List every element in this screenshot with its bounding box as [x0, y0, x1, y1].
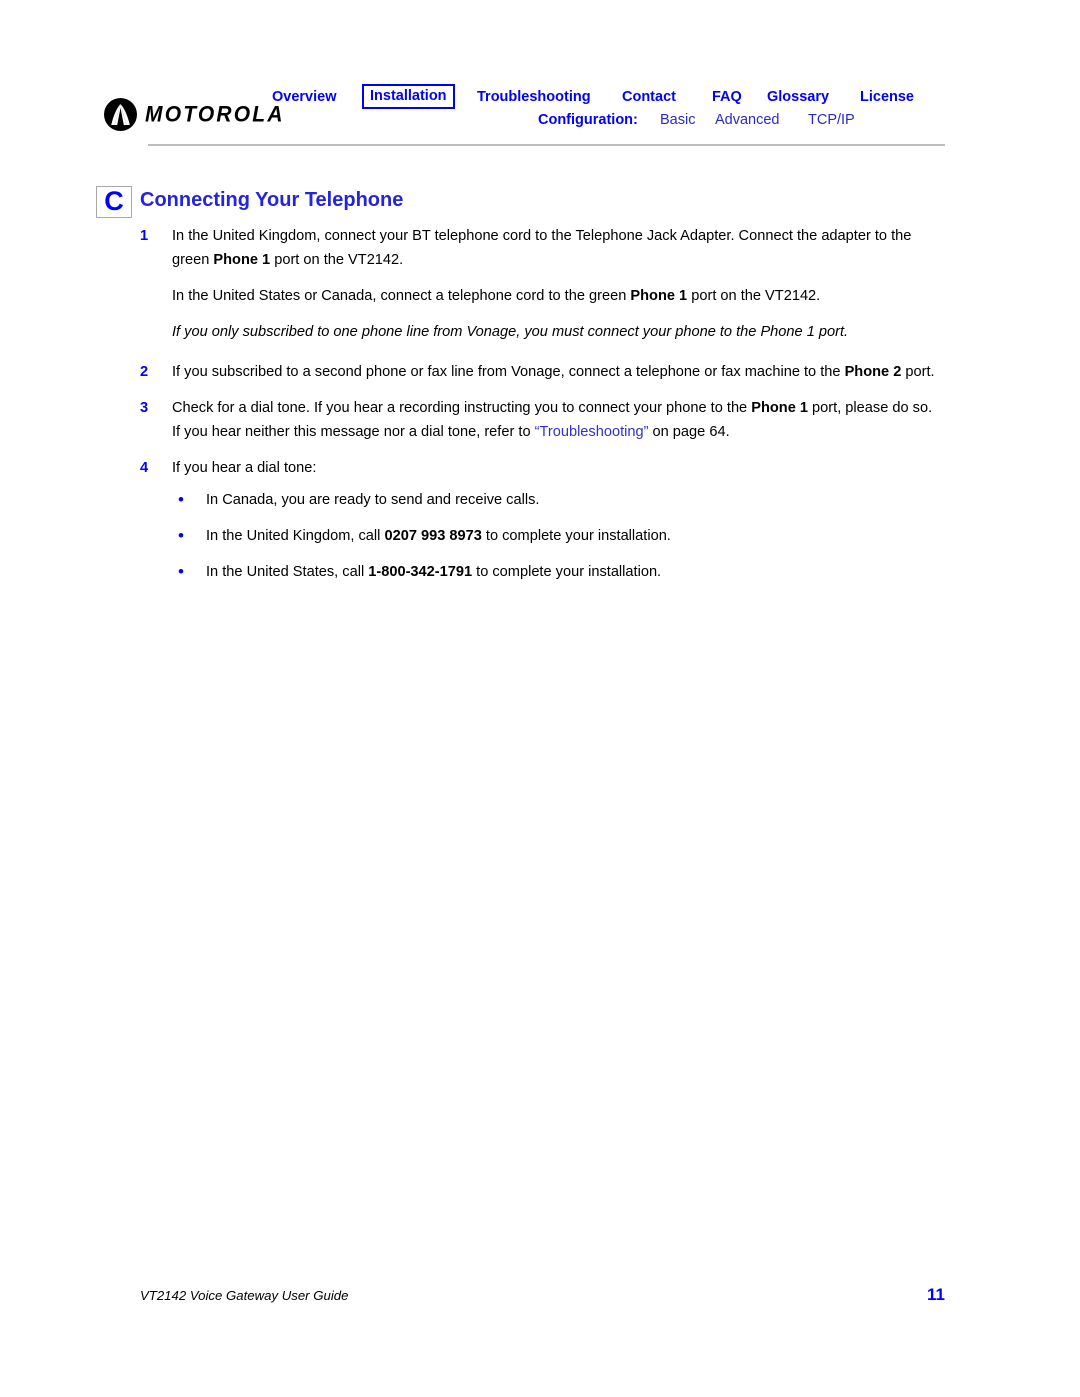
step-text: In the United Kingdom, connect your BT t…: [172, 224, 940, 272]
step-3: 3 Check for a dial tone. If you hear a r…: [140, 396, 940, 444]
nav-item-basic[interactable]: Basic: [660, 110, 695, 130]
document-page: MOTOROLA Overview Installation Troublesh…: [0, 0, 1080, 1397]
nav-item-advanced[interactable]: Advanced: [715, 110, 780, 130]
nav-item-faq[interactable]: FAQ: [712, 87, 742, 107]
list-item-part: to complete your installation.: [481, 528, 671, 544]
step-4: 4 If you hear a dial tone: • In Canada, y…: [140, 456, 940, 584]
list-item: • In the United States, call 1-800-342-17…: [140, 560, 940, 584]
secondary-nav: Configuration: Basic Advanced TCP/IP: [272, 110, 964, 134]
nav-item-glossary[interactable]: Glossary: [767, 87, 829, 107]
step-text-bold: Phone 1: [751, 400, 808, 416]
step-number: 2: [140, 364, 149, 380]
step-text-part: port on the VT2142.: [270, 252, 404, 268]
motorola-logo: MOTOROLA: [104, 98, 285, 131]
section-letter-box: C: [96, 186, 132, 218]
list-item-part: In Canada, you are ready to send and rec…: [206, 492, 540, 508]
motorola-wordmark: MOTOROLA: [145, 102, 285, 127]
page-footer: VT2142 Voice Gateway User Guide 11: [140, 1285, 945, 1312]
nav-item-contact[interactable]: Contact: [622, 87, 676, 107]
bullet-icon: •: [178, 526, 184, 545]
bullet-icon: •: [178, 490, 184, 509]
step-text-part: port.: [901, 364, 935, 380]
list-item: • In the United Kingdom, call 0207 993 89…: [140, 524, 940, 548]
dial-tone-bullet-list: • In Canada, you are ready to send and re…: [140, 488, 940, 584]
list-item-part: to complete your installation.: [472, 564, 662, 580]
list-item-bold: 0207 993 8973: [384, 528, 482, 544]
note-paragraph: If you only subscribed to one phone line…: [172, 324, 849, 340]
list-item: • In Canada, you are ready to send and re…: [140, 488, 940, 512]
page-header: MOTOROLA Overview Installation Troublesh…: [104, 84, 964, 146]
step-text-part: If you hear a dial tone:: [172, 460, 317, 476]
bullet-icon: •: [178, 562, 184, 581]
list-item-part: In the United States, call: [206, 564, 369, 580]
list-item-part: In the United Kingdom, call: [206, 528, 385, 544]
nav-item-installation[interactable]: Installation: [362, 84, 455, 109]
step-text: If you hear a dial tone:: [172, 456, 940, 480]
section-letter: C: [104, 186, 124, 216]
paragraph-us-canada: In the United States or Canada, connect …: [172, 284, 940, 308]
step-number: 4: [140, 460, 149, 476]
step-text-bold: Phone 2: [844, 364, 902, 380]
page-title: Connecting Your Telephone: [140, 189, 404, 211]
footer-document-title: VT2142 Voice Gateway User Guide: [140, 1288, 349, 1303]
nav-item-license[interactable]: License: [860, 87, 914, 107]
step-number: 1: [140, 228, 149, 244]
nav-item-troubleshooting[interactable]: Troubleshooting: [477, 87, 591, 107]
paragraph-part: In the United States or Canada, connect …: [172, 288, 631, 304]
list-item-bold: 1-800-342-1791: [368, 564, 473, 580]
nav-item-overview[interactable]: Overview: [272, 87, 337, 107]
step-number: 3: [140, 400, 149, 416]
step-text: If you subscribed to a second phone or f…: [172, 360, 940, 384]
step-2: 2 If you subscribed to a second phone or…: [140, 360, 940, 384]
footer-page-number: 11: [927, 1285, 945, 1304]
step-text: Check for a dial tone. If you hear a rec…: [172, 396, 940, 444]
motorola-batwing-icon: [104, 98, 137, 131]
header-divider: [148, 144, 945, 146]
paragraph-bold: Phone 1: [630, 288, 688, 304]
primary-nav: Overview Installation Troubleshooting Co…: [272, 84, 964, 110]
step-1: 1 In the United Kingdom, connect your BT…: [140, 224, 940, 272]
step-text-bold: Phone 1: [213, 252, 271, 268]
troubleshooting-link[interactable]: “Troubleshooting”: [535, 424, 649, 440]
paragraph-part: port on the VT2142.: [687, 288, 821, 304]
step-text-part: If you subscribed to a second phone or f…: [172, 364, 845, 380]
configuration-label: Configuration:: [538, 112, 638, 128]
step-text-part: on page 64.: [648, 424, 730, 440]
nav-item-tcpip[interactable]: TCP/IP: [808, 110, 855, 130]
main-content: 1 In the United Kingdom, connect your BT…: [140, 224, 940, 596]
step-text-part: Check for a dial tone. If you hear a rec…: [172, 400, 752, 416]
section-heading: C Connecting Your Telephone: [96, 186, 946, 220]
